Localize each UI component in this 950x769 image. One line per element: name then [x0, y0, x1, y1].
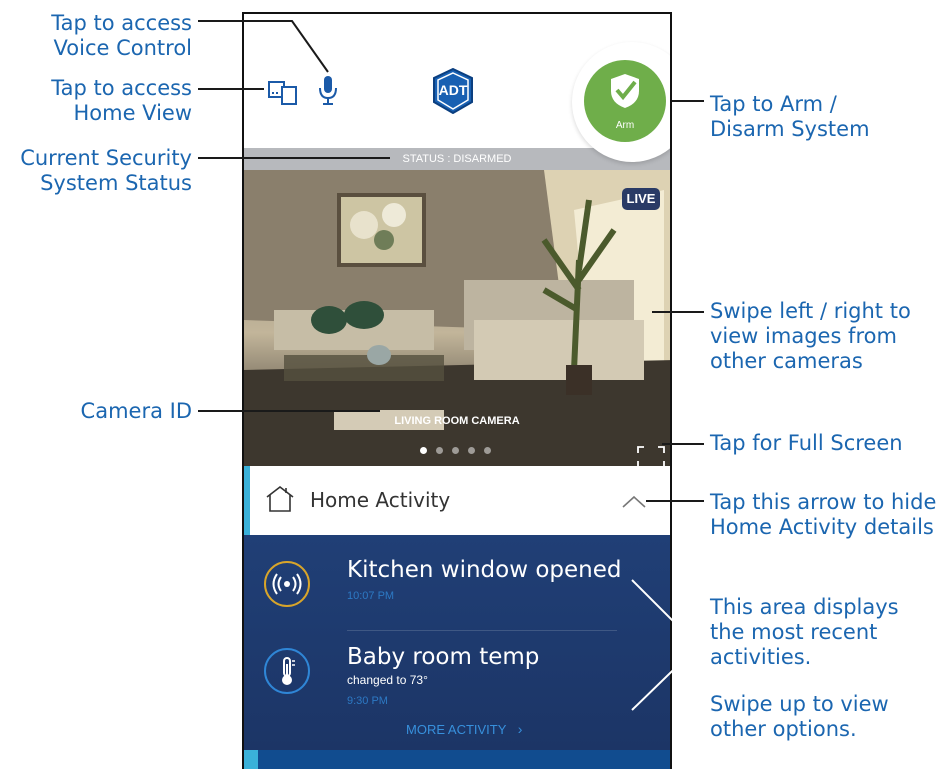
annotation-arm-disarm: Tap to Arm / Disarm System: [710, 92, 940, 142]
phone-screen: ADT Arm STATUS : DISARMED LIVE LIVING RO…: [242, 12, 672, 769]
home-view-icon: [268, 81, 297, 105]
full-screen-button[interactable]: [636, 445, 666, 466]
voice-control-button[interactable]: [318, 74, 338, 108]
house-icon: [266, 485, 294, 512]
leader-arm-inner: [672, 100, 704, 102]
status-text: STATUS : DISARMED: [402, 153, 512, 165]
arm-button[interactable]: Arm: [584, 60, 666, 142]
home-activity-header[interactable]: Home Activity: [244, 466, 670, 536]
activity-item[interactable]: Baby room temp changed to 73° 9:30 PM: [244, 638, 670, 718]
annotation-camera-id: Camera ID: [40, 399, 192, 424]
leader-camera-inner: [198, 410, 380, 412]
annotation-voice-control: Tap to access Voice Control: [30, 11, 192, 61]
annotation-current-status: Current Security System Status: [8, 146, 192, 196]
carousel-dot[interactable]: [468, 447, 475, 454]
home-activity-title: Home Activity: [310, 488, 451, 512]
annotation-line: Tap to access: [51, 11, 192, 35]
annotation-swipe-cameras: Swipe left / right to view images from o…: [710, 299, 945, 374]
annotation-line: System Status: [40, 171, 192, 195]
annotation-line: activities.: [710, 645, 812, 669]
annotation-line: Tap to access: [51, 76, 192, 100]
annotation-line: the most recent: [710, 620, 878, 644]
shield-check-icon: [611, 74, 639, 108]
home-view-button[interactable]: [268, 78, 298, 106]
annotation-line: Camera ID: [80, 399, 192, 423]
annotation-swipe-up: Swipe up to view other options.: [710, 692, 945, 742]
carousel-dot[interactable]: [436, 447, 443, 454]
more-activity-link[interactable]: MORE ACTIVITY ›: [406, 721, 522, 737]
annotation-line: Swipe left / right to: [710, 299, 911, 323]
leader-arrow-inner: [646, 500, 704, 502]
live-badge-text: LIVE: [626, 191, 656, 206]
activity-title: Kitchen window opened: [347, 557, 622, 583]
leader-fullscreen-inner: [662, 443, 704, 445]
sensor-icon: [264, 561, 310, 607]
carousel-dot[interactable]: [452, 447, 459, 454]
annotation-line: Current Security: [20, 146, 192, 170]
adt-logo: ADT: [430, 67, 476, 115]
leader-area-inner: [631, 579, 700, 711]
annotation-line: Disarm System: [710, 117, 870, 141]
bottom-accent: [244, 750, 258, 769]
adt-logo-text: ADT: [438, 82, 468, 98]
camera-view[interactable]: LIVE LIVING ROOM CAMERA: [244, 170, 670, 466]
chevron-right-icon: ›: [517, 721, 523, 737]
activity-time: 9:30 PM: [347, 695, 388, 707]
annotation-line: Tap to Arm /: [710, 92, 837, 116]
thermometer-icon: [264, 648, 310, 694]
annotation-line: other cameras: [710, 349, 863, 373]
annotation-line: Home View: [73, 101, 192, 125]
collapse-arrow-icon[interactable]: [621, 494, 647, 510]
leader-swipe-inner: [652, 311, 704, 313]
annotation-line: Voice Control: [53, 36, 192, 60]
activity-subtitle: changed to 73°: [347, 673, 428, 687]
annotation-line: Tap for Full Screen: [710, 431, 903, 455]
camera-id-label: LIVING ROOM CAMERA: [394, 415, 520, 427]
accent-stripe: [244, 466, 250, 535]
leader-status-inner: [198, 157, 390, 159]
annotation-full-screen: Tap for Full Screen: [710, 431, 945, 456]
annotation-line: Home Activity details: [710, 515, 934, 539]
microphone-icon: [319, 76, 337, 105]
leader-voice-inner: [198, 20, 329, 73]
activity-panel[interactable]: Kitchen window opened 10:07 PM Baby room…: [244, 535, 670, 750]
annotation-home-view: Tap to access Home View: [30, 76, 192, 126]
annotation-line: This area displays: [710, 595, 899, 619]
annotation-area-displays: This area displays the most recent activ…: [710, 595, 945, 670]
carousel-dots[interactable]: [420, 447, 500, 455]
annotation-line: view images from: [710, 324, 897, 348]
activity-title: Baby room temp: [347, 644, 540, 670]
activity-item[interactable]: Kitchen window opened 10:07 PM: [244, 547, 670, 622]
annotation-line: Tap this arrow to hide: [710, 490, 937, 514]
annotation-line: Swipe up to view: [710, 692, 889, 716]
expand-icon: [637, 446, 665, 466]
bottom-bar: [244, 750, 670, 769]
activity-time: 10:07 PM: [347, 590, 395, 602]
arm-label: Arm: [615, 120, 635, 131]
activity-divider: [347, 630, 617, 631]
annotation-hide-arrow: Tap this arrow to hide Home Activity det…: [710, 490, 950, 540]
carousel-dot[interactable]: [484, 447, 491, 454]
live-badge: LIVE: [622, 188, 660, 210]
annotation-line: other options.: [710, 717, 857, 741]
leader-home-inner: [198, 88, 264, 90]
more-activity-text: MORE ACTIVITY: [406, 722, 507, 737]
carousel-dot[interactable]: [420, 447, 427, 454]
